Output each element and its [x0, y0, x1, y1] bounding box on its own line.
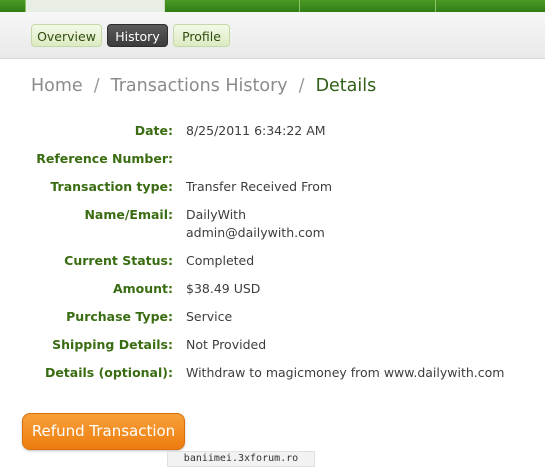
name-value: DailyWith: [186, 207, 247, 222]
name-email-label: Name/Email:: [84, 207, 173, 222]
breadcrumb-transactions-history[interactable]: Transactions History: [111, 76, 288, 96]
top-nav-tab[interactable]: [300, 0, 436, 12]
email-value: admin@dailywith.com: [186, 225, 325, 240]
breadcrumb-separator: /: [93, 76, 100, 96]
amount-label: Amount:: [112, 281, 173, 296]
details-optional-label: Details (optional):: [44, 365, 173, 380]
purchase-type-label: Purchase Type:: [66, 309, 173, 324]
transaction-type-value: Transfer Received From: [186, 179, 333, 194]
reference-number-label: Reference Number:: [36, 151, 173, 166]
breadcrumb-separator: /: [298, 76, 305, 96]
transaction-type-label: Transaction type:: [50, 179, 173, 194]
breadcrumb: Home / Transactions History / Details: [31, 74, 376, 98]
subtab-strip: Overview History Profile: [0, 12, 545, 59]
shipping-details-value: Not Provided: [186, 337, 267, 352]
details-optional-value: Withdraw to magicmoney from www.dailywit…: [186, 365, 505, 380]
date-value: 8/25/2011 6:34:22 AM: [186, 123, 326, 138]
amount-value: $38.49 USD: [186, 281, 261, 296]
breadcrumb-home[interactable]: Home: [31, 76, 83, 96]
tab-profile[interactable]: Profile: [173, 24, 230, 47]
refund-transaction-button[interactable]: Refund Transaction: [22, 413, 185, 450]
watermark: baniimei.3xforum.ro: [167, 451, 315, 467]
tab-overview[interactable]: Overview: [31, 24, 102, 47]
top-nav-tab[interactable]: [0, 0, 26, 12]
date-label: Date:: [134, 123, 173, 138]
purchase-type-value: Service: [186, 309, 233, 324]
top-navigation-bar: [0, 0, 545, 12]
top-nav-tab[interactable]: [165, 0, 300, 12]
top-nav-tab-active[interactable]: [26, 0, 165, 12]
tab-history[interactable]: History: [107, 24, 168, 47]
current-status-value: Completed: [186, 253, 255, 268]
current-status-label: Current Status:: [64, 253, 173, 268]
breadcrumb-current: Details: [315, 76, 377, 96]
shipping-details-label: Shipping Details:: [52, 337, 173, 352]
top-nav-tab[interactable]: [436, 0, 545, 12]
